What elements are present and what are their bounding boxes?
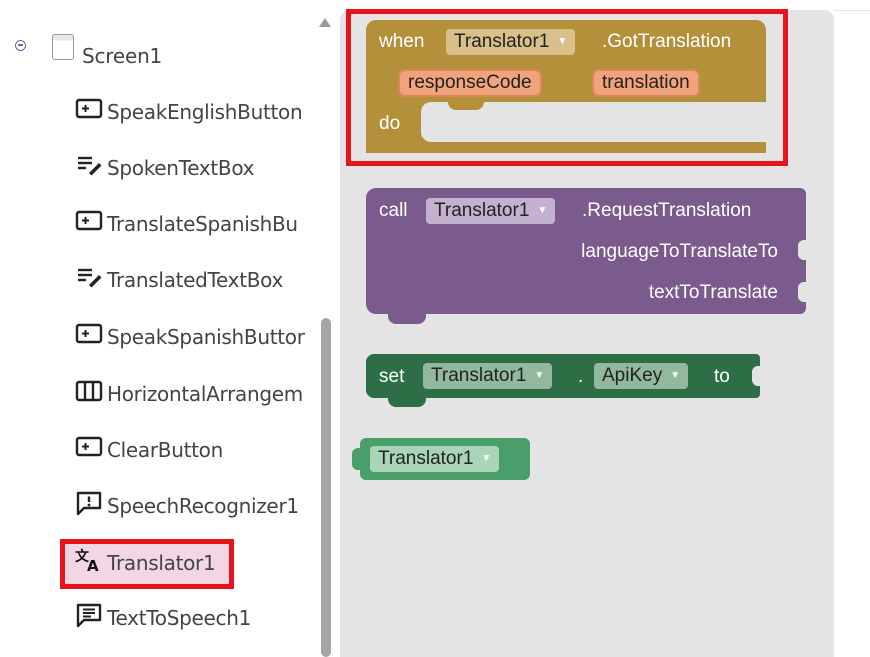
tree-item-speakenglishbutton[interactable]: SpeakEnglishButton bbox=[74, 92, 318, 132]
tree-item-label: SpeakEnglishButton bbox=[107, 100, 303, 124]
input-socket-language[interactable] bbox=[798, 240, 806, 260]
tree-item-spokentextbox[interactable]: SpokenTextBox bbox=[74, 148, 318, 188]
component-dropdown-label: Translator1 bbox=[431, 365, 527, 387]
tree-item-label: ClearButton bbox=[107, 438, 223, 462]
arg-text-label: textToTranslate bbox=[648, 282, 778, 303]
button-icon bbox=[75, 323, 103, 344]
textbox-icon bbox=[78, 268, 102, 288]
component-dropdown[interactable]: Translator1 ▼ bbox=[423, 363, 553, 389]
component-tree: Screen1 SpeakEnglishButton SpokenTextBox… bbox=[0, 0, 331, 657]
tree-item-translator1[interactable]: 文A Translator1 bbox=[60, 539, 318, 589]
highlight-box bbox=[346, 9, 788, 166]
button-icon bbox=[75, 98, 103, 119]
component-dropdown-label: Translator1 bbox=[434, 200, 530, 222]
method-block-request-translation[interactable]: call Translator1 ▼ .RequestTranslation la… bbox=[366, 188, 806, 324]
text-to-speech-icon bbox=[76, 603, 102, 628]
call-keyword: call bbox=[379, 200, 408, 221]
tree-item-label: SpeechRecognizer1 bbox=[107, 494, 299, 518]
input-socket-text[interactable] bbox=[798, 282, 806, 302]
dropdown-arrow-icon: ▼ bbox=[481, 453, 492, 464]
tree-item-label: SpokenTextBox bbox=[107, 156, 255, 180]
tree-item-horizontalarrangement[interactable]: HorizontalArrangem bbox=[74, 374, 318, 414]
svg-text:A: A bbox=[87, 557, 99, 573]
tree-item-clearbutton[interactable]: ClearButton bbox=[74, 430, 318, 470]
property-dropdown[interactable]: ApiKey ▼ bbox=[594, 363, 689, 389]
property-dropdown-label: ApiKey bbox=[602, 365, 663, 387]
set-keyword: set bbox=[379, 366, 405, 387]
arg-language-label: languageToTranslateTo bbox=[581, 241, 778, 262]
tree-item-speechrecognizer1[interactable]: SpeechRecognizer1 bbox=[74, 486, 318, 526]
tree-item-label: Translator1 bbox=[107, 551, 216, 575]
tree-item-label: TranslateSpanishBu bbox=[107, 212, 298, 236]
block-tab bbox=[388, 314, 426, 324]
button-icon bbox=[75, 436, 103, 457]
component-block-translator1[interactable]: Translator1 ▼ bbox=[352, 438, 530, 480]
tree-item-label: TextToSpeech1 bbox=[107, 606, 252, 630]
dropdown-arrow-icon: ▼ bbox=[670, 370, 681, 381]
dropdown-arrow-icon: ▼ bbox=[534, 370, 545, 381]
translator-icon: 文A bbox=[75, 548, 99, 573]
block-tab bbox=[388, 398, 426, 407]
method-name: .RequestTranslation bbox=[582, 200, 752, 221]
component-dropdown[interactable]: Translator1 ▼ bbox=[426, 198, 556, 224]
textbox-icon bbox=[78, 156, 102, 176]
workspace-edge bbox=[834, 10, 870, 11]
button-icon bbox=[75, 210, 103, 231]
component-dropdown-label: Translator1 bbox=[378, 448, 474, 470]
scrollbar-thumb[interactable] bbox=[321, 318, 331, 657]
setter-block-apikey[interactable]: set Translator1 ▼ . ApiKey ▼ to bbox=[366, 354, 760, 407]
tree-item-translatedtextbox[interactable]: TranslatedTextBox bbox=[74, 260, 318, 300]
to-keyword: to bbox=[714, 366, 730, 387]
dot-separator: . bbox=[578, 366, 584, 387]
screen-icon bbox=[52, 34, 74, 60]
tree-item-translatespanishbutton[interactable]: TranslateSpanishBu bbox=[74, 204, 318, 244]
tree-viewport: Screen1 SpeakEnglishButton SpokenTextBox… bbox=[0, 0, 318, 657]
tree-item-screen1[interactable]: Screen1 bbox=[82, 44, 162, 68]
tree-item-label: SpeakSpanishButtor bbox=[107, 325, 305, 349]
horizontal-arrangement-icon bbox=[75, 380, 103, 402]
tree-item-label: HorizontalArrangem bbox=[107, 382, 303, 406]
scroll-up-arrow-icon[interactable] bbox=[319, 18, 331, 27]
dropdown-arrow-icon: ▼ bbox=[537, 205, 548, 216]
component-dropdown[interactable]: Translator1 ▼ bbox=[370, 446, 500, 472]
tree-item-texttospeech1[interactable]: TextToSpeech1 bbox=[74, 598, 318, 638]
tree-item-label: TranslatedTextBox bbox=[107, 268, 284, 292]
tree-item-speakspanishbutton[interactable]: SpeakSpanishButtor bbox=[74, 317, 318, 357]
collapse-icon[interactable] bbox=[15, 40, 26, 51]
speech-recognizer-icon bbox=[76, 491, 102, 516]
input-socket-value[interactable] bbox=[752, 366, 760, 386]
